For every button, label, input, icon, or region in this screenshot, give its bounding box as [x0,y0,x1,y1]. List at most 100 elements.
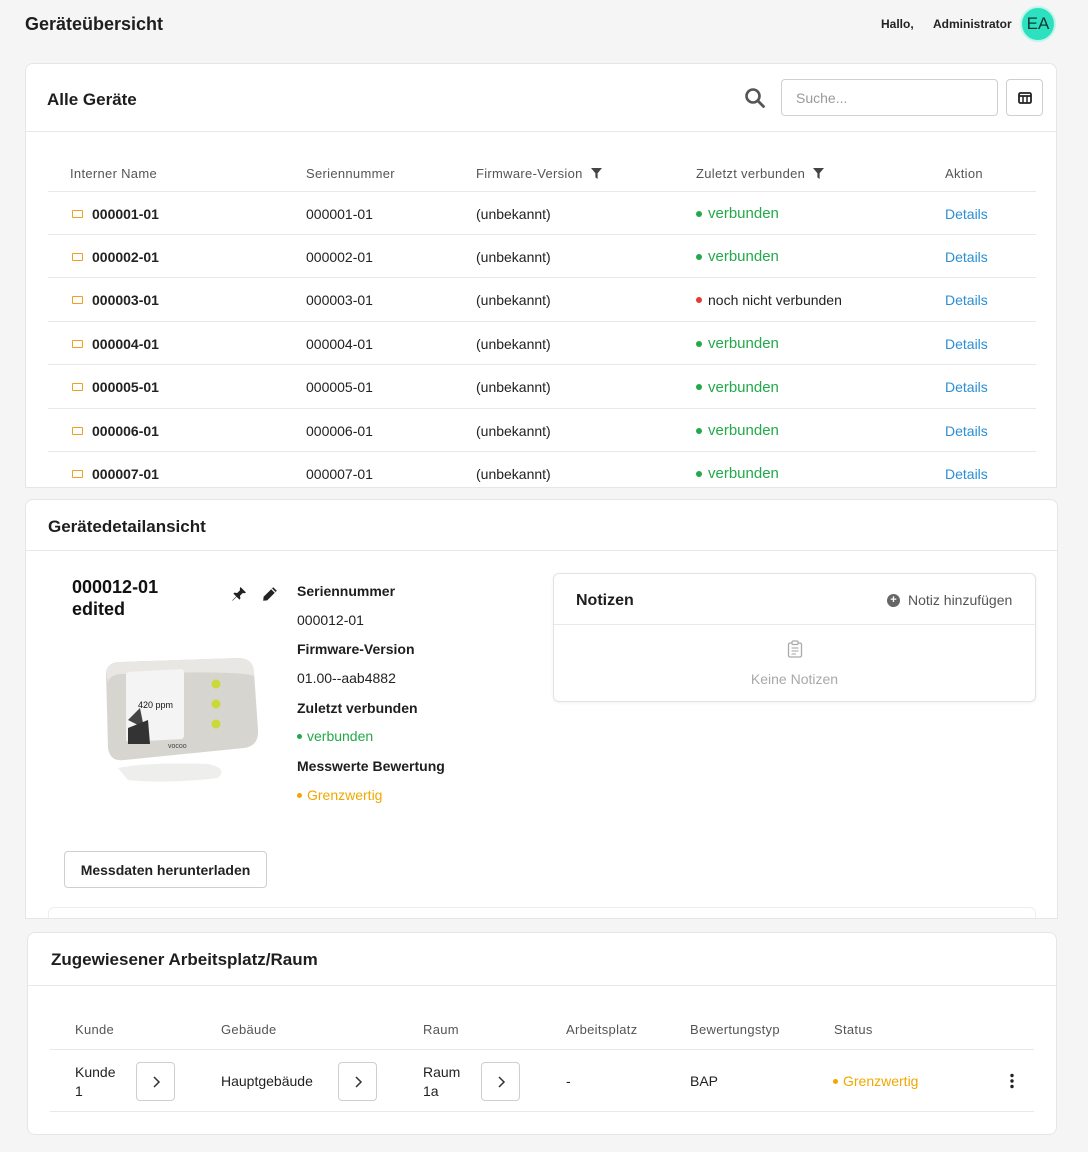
status-dot [297,792,302,798]
workplace-cell: - [566,1073,571,1089]
device-name-cell[interactable]: 000005-01 [72,366,159,409]
column-header-last-connected[interactable]: Zuletzt verbunden [696,166,825,181]
connection-status-cell: verbunden [696,322,779,365]
device-name-cell[interactable]: 000007-01 [72,452,159,487]
details-link[interactable]: Details [945,279,988,322]
details-link[interactable]: Details [945,192,988,235]
nested-panel-edge [48,907,1036,918]
table-row[interactable]: 000004-01 000004-01 (unbekannt) verbunden De… [48,322,1036,366]
device-name-cell[interactable]: 000003-01 [72,279,159,322]
greeting-text: Hallo, [881,17,914,31]
table-row[interactable]: 000001-01 000001-01 (unbekannt) verbunden De… [48,192,1036,235]
device-name-cell[interactable]: 000002-01 [72,235,159,278]
device-name-cell[interactable]: 000006-01 [72,409,159,452]
device-name: 000012-01 edited [72,577,159,619]
column-header-building: Gebäude [221,1022,277,1037]
status-dot [696,210,702,217]
notes-panel: Notizen + Notiz hinzufügen Keine Notizen [553,573,1036,702]
column-header-firmware[interactable]: Firmware-Version [476,166,602,181]
status-dot [696,297,702,304]
card-divider [26,550,1057,551]
plus-circle-icon: + [887,593,900,607]
table-row[interactable]: 000002-01 000002-01 (unbekannt) verbunden De… [48,235,1036,279]
card-divider [28,985,1056,986]
open-customer-button[interactable] [136,1062,175,1101]
column-header-status: Status [834,1022,873,1037]
device-icon [72,383,83,392]
firmware-value: 01.00--aab4882 [297,670,396,686]
top-bar: Geräteübersicht Hallo, Administrator EA [0,0,1088,50]
device-icon [72,469,83,478]
device-brand: vocoo [168,743,187,750]
column-header-workplace: Arbeitsplatz [566,1022,638,1037]
filter-icon[interactable] [813,168,825,179]
status-dot [696,470,702,477]
columns-icon [1017,91,1032,104]
card-title: Gerätedetailansicht [48,517,206,536]
status-dot [696,253,702,260]
last-connected-label: Zuletzt verbunden [297,700,418,716]
table-row[interactable]: 000005-01 000005-01 (unbekannt) verbunden De… [48,366,1036,409]
rating-value: Grenzwertig [297,787,382,803]
details-link[interactable]: Details [945,366,988,409]
card-divider [26,131,1056,132]
serial-cell: 000006-01 [306,422,373,439]
chevron-right-icon [497,1075,505,1088]
status-dot [833,1079,838,1084]
table-row[interactable]: 000003-01 000003-01 (unbekannt) noch nicht … [48,279,1036,322]
details-link[interactable]: Details [945,322,988,365]
status-cell: Grenzwertig [833,1050,918,1113]
column-header-serial[interactable]: Seriennummer [306,166,395,181]
device-screen-reading: 420 ppm [138,700,173,710]
device-icon [72,209,83,218]
notes-title: Notizen [576,592,634,609]
status-dot [696,427,702,434]
column-settings-button[interactable] [1006,79,1043,116]
details-link[interactable]: Details [945,409,988,452]
more-vertical-icon[interactable] [1009,1073,1015,1089]
edit-icon[interactable] [262,586,278,602]
details-link[interactable]: Details [945,235,988,278]
notes-divider [554,624,1035,625]
serial-value: 000012-01 [297,612,364,628]
firmware-cell: (unbekannt) [476,205,551,222]
firmware-cell: (unbekannt) [476,465,551,482]
device-name-cell[interactable]: 000001-01 [72,192,159,235]
room-cell: Raum 1a [423,1063,461,1099]
serial-cell: 000005-01 [306,379,373,396]
assigned-workplace-card: Zugewiesener Arbeitsplatz/Raum Kunde Geb… [27,932,1057,1135]
serial-cell: 000007-01 [306,465,373,482]
firmware-cell: (unbekannt) [476,335,551,352]
device-detail-card: Gerätedetailansicht 000012-01 edited 420… [25,499,1058,919]
add-note-button[interactable]: + Notiz hinzufügen [887,592,1012,608]
open-building-button[interactable] [338,1062,377,1101]
rating-type-cell: BAP [690,1073,719,1089]
firmware-label: Firmware-Version [297,641,415,657]
empty-notes-text: Keine Notizen [750,671,839,687]
connection-status-cell: verbunden [696,235,779,278]
device-name-cell[interactable]: 000004-01 [72,322,159,365]
table-row[interactable]: 000006-01 000006-01 (unbekannt) verbunden De… [48,409,1036,452]
download-measurements-button[interactable]: Messdaten herunterladen [64,851,267,888]
connection-status-cell: noch nicht verbunden [696,279,842,322]
table-row: Kunde 1 Hauptgebäude Raum 1a - BAP Grenzwe… [50,1049,1034,1112]
pin-icon[interactable] [231,586,247,602]
filter-icon[interactable] [590,168,602,179]
avatar[interactable]: EA [1020,6,1056,42]
clipboard-icon [787,640,803,658]
column-header-name[interactable]: Interner Name [70,166,157,181]
search-input[interactable] [781,79,998,116]
details-link[interactable]: Details [945,452,988,487]
column-header-room: Raum [423,1022,459,1037]
rating-label: Messwerte Bewertung [297,758,445,774]
status-dot [696,384,702,391]
chevron-right-icon [152,1075,160,1088]
firmware-cell: (unbekannt) [476,292,551,309]
device-icon [72,252,83,261]
table-row[interactable]: 000007-01 000007-01 (unbekannt) verbunden De… [48,452,1036,487]
username[interactable]: Administrator [933,17,1012,31]
serial-cell: 000003-01 [306,292,373,309]
open-room-button[interactable] [481,1062,520,1101]
card-title: Zugewiesener Arbeitsplatz/Raum [51,950,318,969]
search-icon[interactable] [744,87,766,109]
